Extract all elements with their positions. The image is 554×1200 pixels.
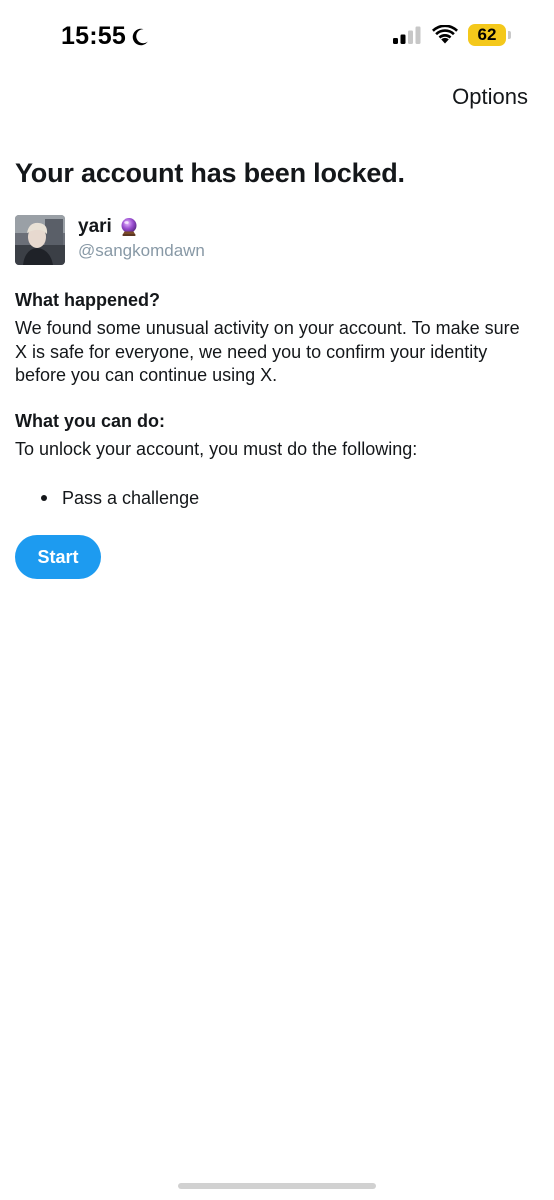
- username: @sangkomdawn: [78, 241, 205, 260]
- status-icons: 62: [392, 24, 511, 46]
- cellular-signal-icon: [393, 26, 421, 44]
- options-button[interactable]: Options: [452, 84, 528, 110]
- what-happened-text: We found some unusual activity on your a…: [15, 318, 520, 385]
- wifi-icon: [432, 25, 458, 44]
- what-you-can-do-text: To unlock your account, you must do the …: [15, 439, 418, 459]
- status-time: 15:55: [61, 22, 150, 51]
- profile-summary: yari @sangkomdawn: [15, 215, 205, 265]
- requirements-list: Pass a challenge: [15, 486, 199, 510]
- start-button[interactable]: Start: [15, 535, 101, 579]
- list-item: Pass a challenge: [15, 486, 199, 510]
- moon-icon: [132, 28, 148, 45]
- bullet: [41, 495, 47, 501]
- list-item-label: Pass a challenge: [62, 487, 200, 508]
- what-you-can-do-heading: What you can do:: [15, 411, 165, 431]
- page-title: Your account has been locked.: [15, 158, 405, 188]
- status-bar: 15:55 62: [0, 0, 554, 76]
- crystal-ball-icon: [121, 218, 137, 236]
- avatar: [15, 215, 65, 265]
- battery-level: 62: [477, 25, 497, 44]
- battery-cap: [508, 31, 511, 39]
- home-indicator[interactable]: [178, 1183, 376, 1189]
- what-happened-heading: What happened?: [15, 290, 160, 310]
- profile-names: yari @sangkomdawn: [78, 215, 205, 261]
- display-name: yari: [78, 216, 112, 237]
- battery-icon: 62: [468, 24, 511, 46]
- time-label: 15:55: [61, 22, 126, 50]
- display-name-row: yari: [78, 215, 205, 239]
